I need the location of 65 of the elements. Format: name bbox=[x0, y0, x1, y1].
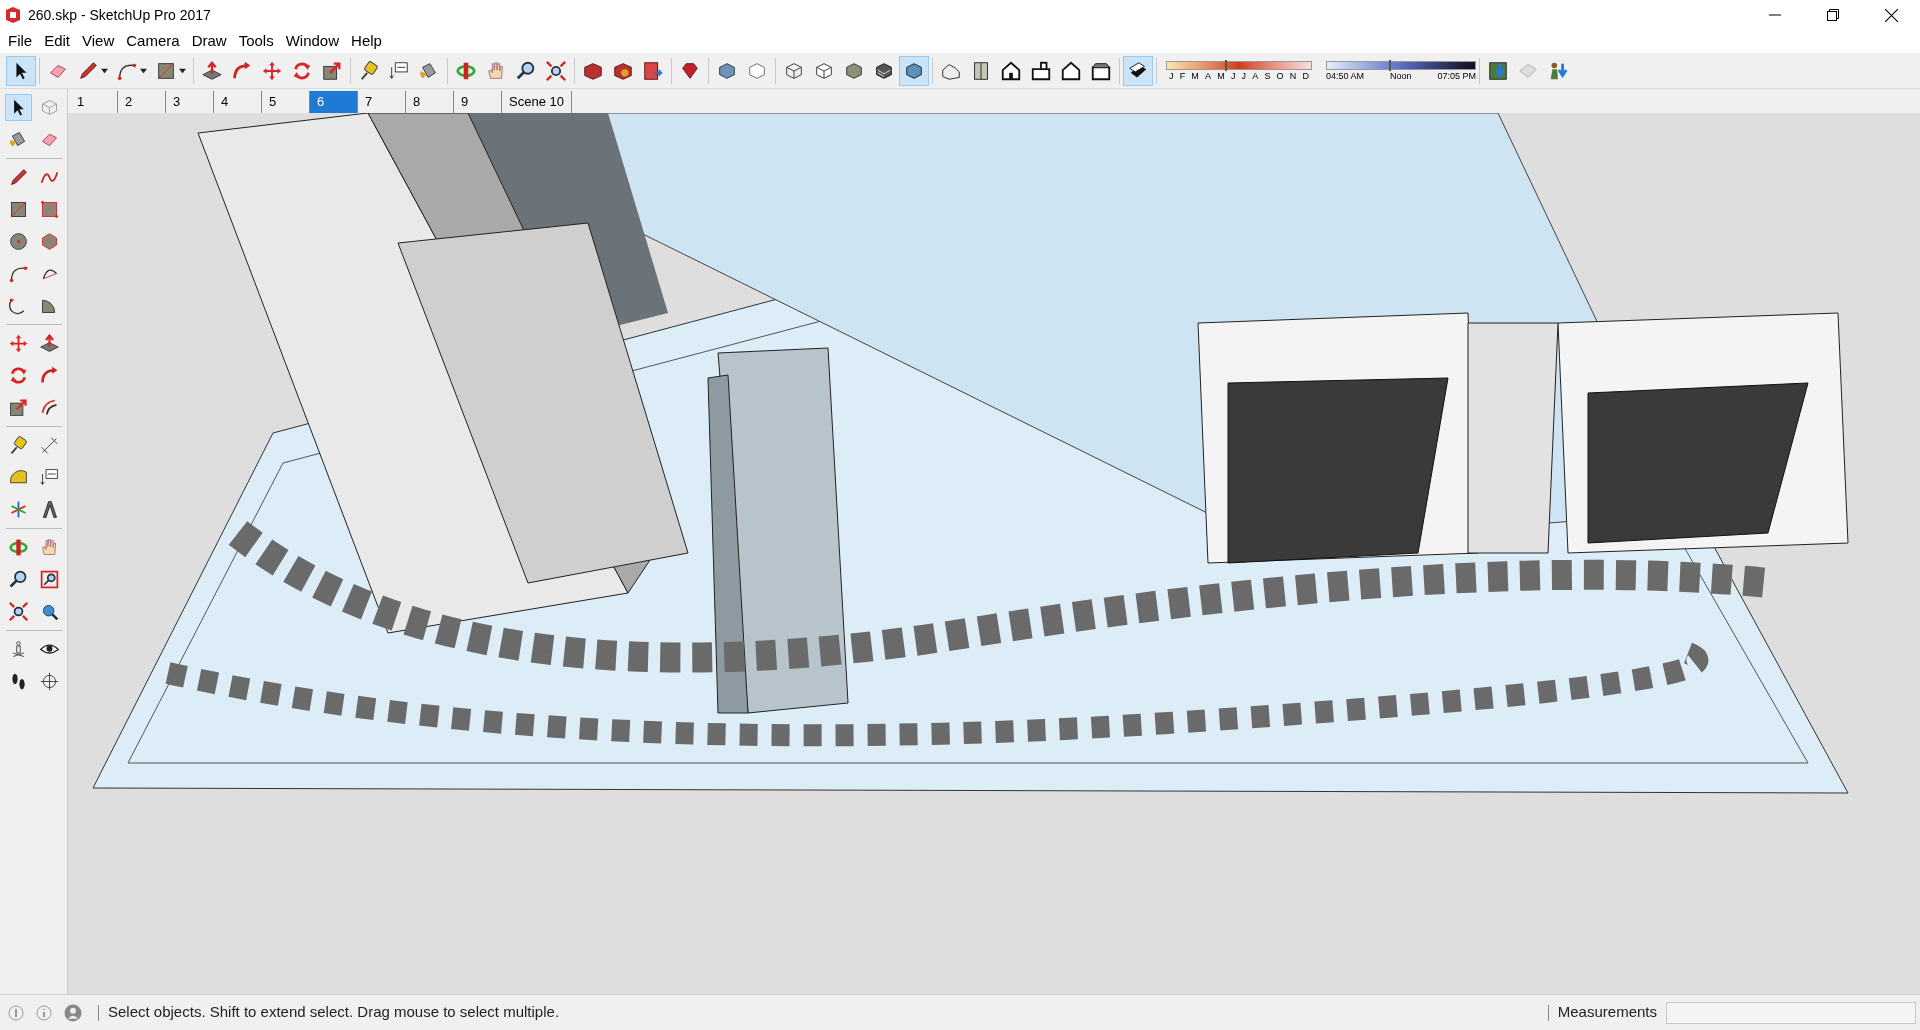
month-label: A bbox=[1205, 70, 1212, 81]
month-label: N bbox=[1289, 70, 1297, 81]
tape-measure-icon bbox=[358, 59, 380, 82]
month-label: O bbox=[1276, 70, 1284, 81]
cursor-arrow-tool-button[interactable] bbox=[4, 94, 32, 121]
pencil-icon bbox=[77, 59, 99, 82]
time-label: 07:05 PM bbox=[1437, 70, 1476, 81]
zoom-icon bbox=[7, 569, 29, 590]
time-label: 04:50 AM bbox=[1326, 70, 1365, 81]
zoom-extents-icon bbox=[545, 59, 567, 82]
front-view-icon bbox=[1000, 59, 1022, 82]
scale-icon bbox=[7, 397, 29, 418]
move-icon bbox=[261, 59, 283, 82]
measurements-label: Measurements bbox=[1557, 1002, 1657, 1023]
send-document-icon bbox=[642, 59, 664, 82]
menu-item[interactable]: File bbox=[2, 30, 39, 53]
shadow-box-tool-button[interactable] bbox=[1123, 55, 1153, 86]
month-label: F bbox=[1179, 70, 1186, 81]
month-label: M bbox=[1191, 70, 1199, 81]
text-label-icon bbox=[38, 467, 60, 488]
text-label-icon bbox=[388, 59, 410, 82]
section-plane-icon bbox=[38, 671, 60, 692]
menu-item[interactable]: Edit bbox=[38, 30, 77, 53]
circle-icon bbox=[7, 231, 29, 252]
month-label: M bbox=[1217, 70, 1225, 81]
restore-icon bbox=[1827, 9, 1839, 21]
time-slider[interactable] bbox=[1326, 60, 1476, 70]
dimension-icon bbox=[38, 435, 60, 456]
user-icon[interactable] bbox=[64, 1003, 82, 1022]
time-label: Noon bbox=[1390, 70, 1412, 81]
menu-item[interactable]: View bbox=[76, 30, 121, 53]
app-logo-icon bbox=[4, 6, 22, 24]
month-slider[interactable] bbox=[1166, 60, 1312, 70]
month-label: J bbox=[1169, 70, 1174, 81]
menu-item[interactable]: Camera bbox=[120, 30, 186, 53]
scene-tab[interactable]: 6 bbox=[310, 91, 358, 113]
menu-item[interactable]: Draw bbox=[185, 30, 233, 53]
move-icon bbox=[7, 333, 29, 354]
month-label: J bbox=[1241, 70, 1247, 81]
back-view-icon bbox=[1060, 59, 1082, 82]
right-view-icon bbox=[1030, 59, 1052, 82]
month-label: D bbox=[1302, 70, 1309, 81]
slider-thumb[interactable] bbox=[1224, 59, 1227, 71]
menu-item[interactable]: Tools bbox=[232, 30, 280, 53]
measurements-field[interactable] bbox=[1666, 1001, 1916, 1024]
map-pin-icon bbox=[1487, 59, 1509, 82]
slider-thumb[interactable] bbox=[1389, 59, 1392, 71]
menu-item[interactable]: Window bbox=[279, 30, 346, 53]
push-pull-icon bbox=[201, 59, 223, 82]
monochrome-cube-tool-button[interactable] bbox=[899, 55, 929, 86]
orbit-icon bbox=[7, 537, 29, 558]
month-label: J bbox=[1230, 70, 1236, 81]
month-label: S bbox=[1264, 70, 1271, 81]
window-title: 260.skp - SketchUp Pro 2017 bbox=[28, 5, 211, 25]
zoom-icon bbox=[515, 59, 537, 82]
zoom-extents-icon bbox=[7, 601, 29, 622]
close-icon bbox=[1884, 8, 1898, 22]
rectangle-icon bbox=[38, 199, 60, 220]
curved-arrow-icon bbox=[38, 365, 60, 386]
status-message: Select objects. Shift to extend select. Drag mouse to select multiple. bbox=[108, 1002, 560, 1023]
zoom-window-icon bbox=[38, 569, 60, 590]
month-label: A bbox=[1252, 70, 1259, 81]
menu-item[interactable]: Help bbox=[345, 30, 388, 53]
cursor-arrow-tool-button[interactable] bbox=[6, 55, 36, 86]
push-pull-icon bbox=[38, 333, 60, 354]
